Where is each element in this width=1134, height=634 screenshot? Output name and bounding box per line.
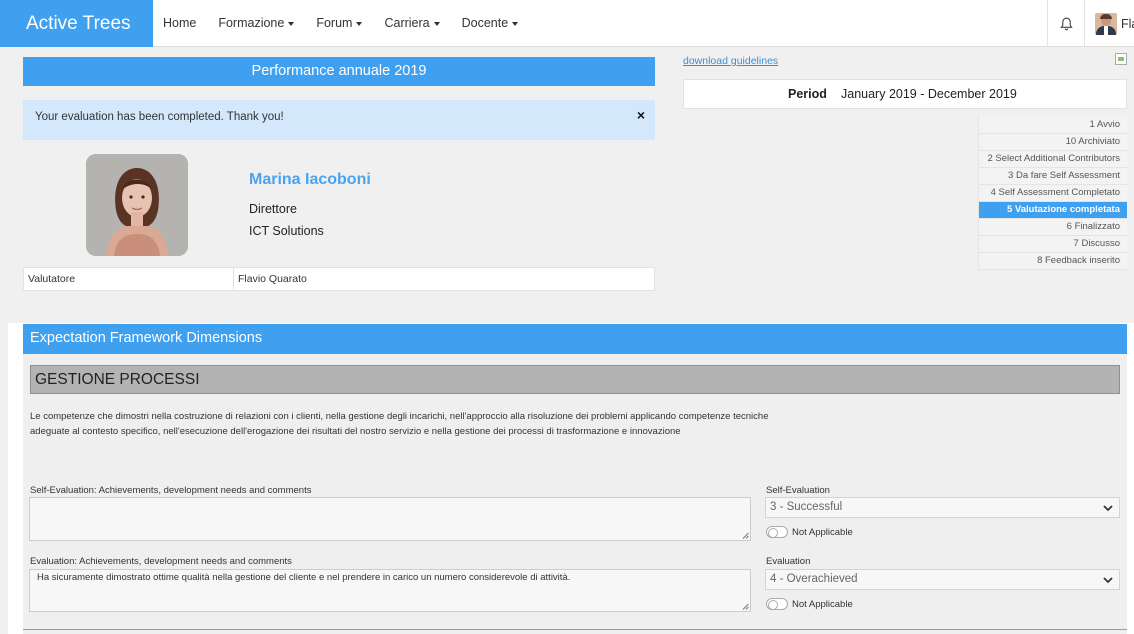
step-avvio[interactable]: 1 Avvio xyxy=(978,117,1127,134)
eval-not-applicable-toggle[interactable] xyxy=(766,598,788,610)
nav-forum-label: Forum xyxy=(316,16,353,30)
self-eval-not-applicable-label: Not Applicable xyxy=(792,527,853,538)
period-value: January 2019 - December 2019 xyxy=(841,87,1017,101)
evaluator-name: Flavio Quarato xyxy=(238,273,307,285)
resize-handle-icon[interactable] xyxy=(742,603,749,610)
eval-comment-textarea[interactable]: Ha sicuramente dimostrato ottime qualità… xyxy=(29,569,751,612)
nav-formazione[interactable]: Formazione xyxy=(218,0,295,47)
self-eval-not-applicable-toggle[interactable] xyxy=(766,526,788,538)
self-eval-comment-textarea[interactable] xyxy=(29,497,751,541)
main-nav: Home Formazione Forum Carriera Docente xyxy=(163,0,540,47)
close-icon[interactable]: × xyxy=(637,100,645,130)
user-menu[interactable]: Fla xyxy=(1084,0,1134,47)
self-eval-value: 3 - Successful xyxy=(770,501,843,513)
period-box: Period January 2019 - December 2019 xyxy=(683,79,1127,109)
nav-formazione-label: Formazione xyxy=(218,16,285,30)
nav-carriera[interactable]: Carriera xyxy=(384,0,440,47)
caret-down-icon xyxy=(288,21,295,26)
caret-down-icon xyxy=(356,21,363,26)
step-discusso[interactable]: 7 Discusso xyxy=(978,236,1127,253)
broken-image-icon xyxy=(1115,53,1127,65)
framework-title: Expectation Framework Dimensions xyxy=(23,324,1127,354)
step-self-assessment-done[interactable]: 4 Self Assessment Completato xyxy=(978,185,1127,202)
nav-home[interactable]: Home xyxy=(163,0,196,47)
top-navbar: Active Trees Home Formazione Forum Carri… xyxy=(0,0,1134,47)
workflow-steps: 1 Avvio 10 Archiviato 2 Select Additiona… xyxy=(978,117,1127,270)
section-description: Le competenze che dimostri nella costruz… xyxy=(30,411,769,437)
step-finalizzato[interactable]: 6 Finalizzato xyxy=(978,219,1127,236)
notifications-button[interactable] xyxy=(1047,0,1084,47)
chevron-down-icon xyxy=(1103,505,1113,512)
period-label: Period xyxy=(788,87,827,101)
self-eval-select[interactable]: 3 - Successful xyxy=(765,497,1120,518)
eval-select[interactable]: 4 - Overachieved xyxy=(765,569,1120,590)
employee-photo xyxy=(86,154,188,256)
evaluator-row: Valutatore Flavio Quarato xyxy=(23,267,655,291)
completion-alert: Your evaluation has been completed. Than… xyxy=(23,100,655,140)
eval-comment-label: Evaluation: Achievements, development ne… xyxy=(30,556,292,567)
eval-label: Evaluation xyxy=(766,556,811,567)
employee-name[interactable]: Marina Iacoboni xyxy=(249,171,371,189)
section-title: GESTIONE PROCESSI xyxy=(30,365,1120,394)
step-select-contributors[interactable]: 2 Select Additional Contributors xyxy=(978,151,1127,168)
employee-department: ICT Solutions xyxy=(249,224,324,238)
employee-role: Direttore xyxy=(249,202,297,216)
nav-forum[interactable]: Forum xyxy=(316,0,363,47)
download-guidelines-link[interactable]: download guidelines xyxy=(683,55,778,67)
step-archiviato[interactable]: 10 Archiviato xyxy=(978,134,1127,151)
nav-carriera-label: Carriera xyxy=(384,16,430,30)
chevron-down-icon xyxy=(1103,577,1113,584)
resize-handle-icon[interactable] xyxy=(742,532,749,539)
performance-title: Performance annuale 2019 xyxy=(23,57,655,86)
nav-docente-label: Docente xyxy=(461,16,509,30)
caret-down-icon xyxy=(433,21,440,26)
nav-docente[interactable]: Docente xyxy=(462,0,519,47)
nav-home-label: Home xyxy=(163,16,197,30)
step-valutazione-completata[interactable]: 5 Valutazione completata xyxy=(978,202,1127,219)
alert-message: Your evaluation has been completed. Than… xyxy=(35,111,284,123)
step-feedback-inserito[interactable]: 8 Feedback inserito xyxy=(978,253,1127,270)
bell-icon xyxy=(1059,17,1073,30)
eval-comment-text: Ha sicuramente dimostrato ottime qualità… xyxy=(37,572,571,583)
step-self-assessment-todo[interactable]: 3 Da fare Self Assessment xyxy=(978,168,1127,185)
evaluator-label: Valutatore xyxy=(24,268,234,290)
user-name: Fla xyxy=(1121,16,1134,31)
section-divider xyxy=(23,629,1127,630)
eval-value: 4 - Overachieved xyxy=(770,573,858,585)
eval-not-applicable-label: Not Applicable xyxy=(792,599,853,610)
brand-logo[interactable]: Active Trees xyxy=(0,0,153,47)
self-eval-comment-label: Self-Evaluation: Achievements, developme… xyxy=(30,485,312,496)
user-avatar xyxy=(1095,12,1117,35)
self-eval-label: Self-Evaluation xyxy=(766,485,830,496)
caret-down-icon xyxy=(512,21,519,26)
